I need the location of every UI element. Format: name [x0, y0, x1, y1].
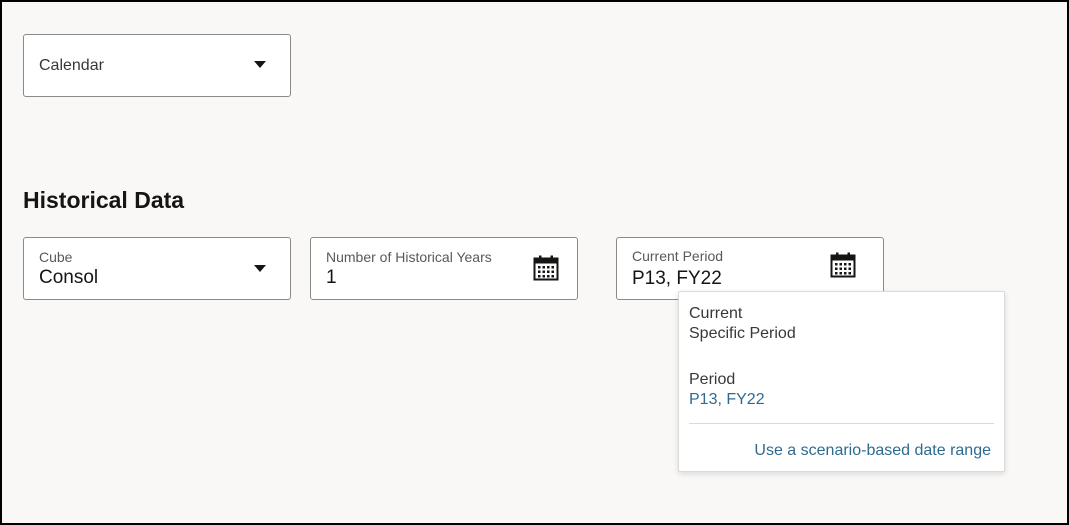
option-specific-period[interactable]: Specific Period [689, 325, 796, 343]
calendar-icon[interactable] [829, 251, 857, 279]
period-value-link[interactable]: P13, FY22 [689, 391, 765, 409]
cube-value: Consol [39, 267, 99, 288]
cube-select[interactable]: Cube Consol [23, 237, 291, 300]
scenario-date-range-link[interactable]: Use a scenario-based date range [754, 442, 991, 460]
popup-divider [689, 423, 994, 424]
section-title: Historical Data [23, 187, 185, 213]
cube-label: Cube [39, 249, 73, 265]
historical-years-value: 1 [326, 267, 337, 288]
historical-years-label: Number of Historical Years [326, 249, 492, 265]
calendar-select-value: Calendar [39, 57, 104, 74]
option-current[interactable]: Current [689, 305, 742, 323]
calendar-icon[interactable] [532, 254, 560, 282]
app-frame: Calendar Historical Data Cube Consol Num… [0, 0, 1069, 525]
current-period-value: P13, FY22 [632, 268, 722, 289]
historical-years-field[interactable]: Number of Historical Years 1 [310, 237, 578, 300]
calendar-select[interactable]: Calendar [23, 34, 291, 97]
current-period-label: Current Period [632, 248, 724, 264]
period-popup: Current Specific Period Period P13, FY22… [678, 291, 1005, 472]
period-label: Period [689, 371, 736, 388]
chevron-down-icon[interactable] [254, 265, 266, 272]
chevron-down-icon[interactable] [254, 61, 266, 68]
